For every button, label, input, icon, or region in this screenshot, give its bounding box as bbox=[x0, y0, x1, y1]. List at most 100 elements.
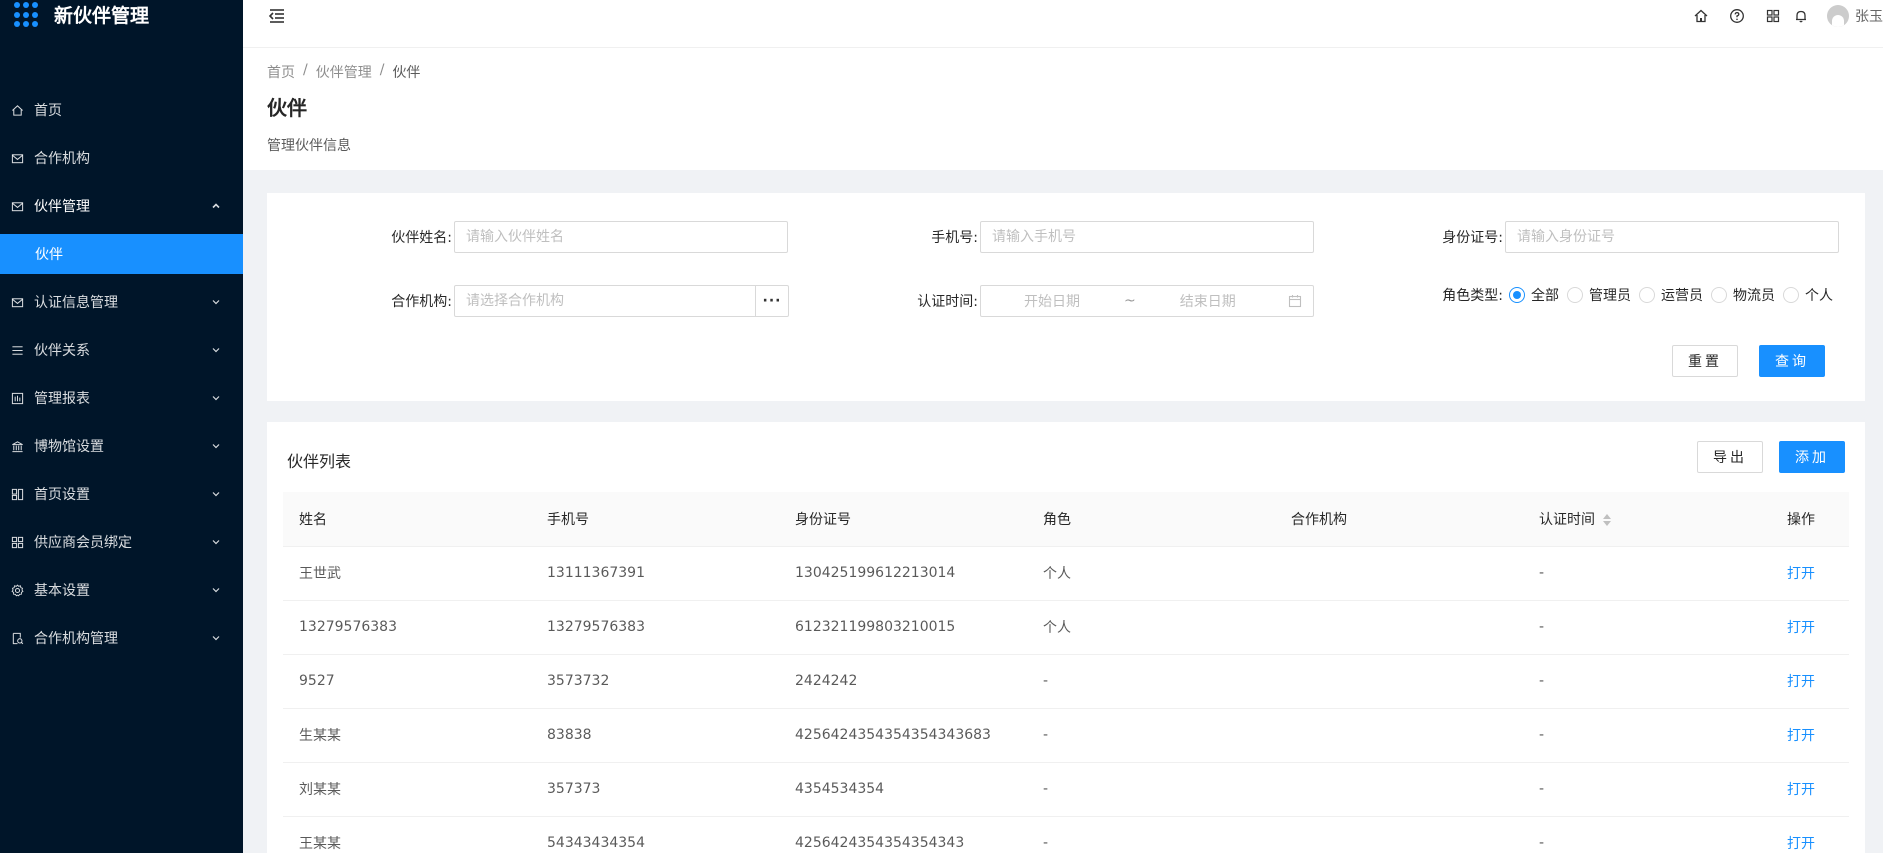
open-link[interactable]: 打开 bbox=[1771, 708, 1849, 763]
list-actions: 导出 添加 bbox=[1681, 441, 1845, 473]
role-radio-option[interactable]: 物流员 bbox=[1711, 285, 1775, 305]
open-link[interactable]: 打开 bbox=[1771, 654, 1849, 709]
open-link[interactable]: 打开 bbox=[1771, 762, 1849, 817]
cell-id-no: 2424242 bbox=[779, 654, 1027, 709]
column-header: 操作 bbox=[1771, 492, 1849, 547]
radio-circle[interactable] bbox=[1711, 287, 1727, 303]
open-link[interactable]: 打开 bbox=[1771, 600, 1849, 655]
sidebar-item[interactable]: 首页设置 bbox=[0, 470, 243, 518]
cell-phone: 357373 bbox=[531, 762, 779, 817]
partner-table: 姓名 手机号 身份证号 角色 合作机构 认证时间 操作 王世武 13111367391 1304… bbox=[283, 492, 1849, 853]
cell-id-no: 4256424354354354343 bbox=[779, 816, 1027, 853]
radio-circle[interactable] bbox=[1639, 287, 1655, 303]
home-icon bbox=[11, 104, 24, 117]
radio-circle[interactable] bbox=[1567, 287, 1583, 303]
chevron-down-icon bbox=[211, 393, 221, 403]
home-icon[interactable] bbox=[1693, 8, 1709, 24]
sidebar-item[interactable]: 管理报表 bbox=[0, 374, 243, 422]
appstore-icon[interactable] bbox=[1765, 8, 1781, 24]
radio-circle[interactable] bbox=[1783, 287, 1799, 303]
sidebar-item-label: 合作机构 bbox=[34, 151, 90, 167]
cell-id-no: 4256424354354354343683 bbox=[779, 708, 1027, 763]
logo[interactable]: 新伙伴管理 bbox=[0, 0, 243, 40]
chevron-down-icon bbox=[211, 441, 221, 451]
cell-id-no: 130425199612213014 bbox=[779, 546, 1027, 601]
app-title: 新伙伴管理 bbox=[54, 4, 150, 27]
cell-time: - bbox=[1523, 546, 1771, 601]
start-date-placeholder[interactable]: 开始日期 bbox=[992, 291, 1112, 311]
sidebar-item-label: 认证信息管理 bbox=[34, 295, 118, 311]
setting-icon bbox=[11, 583, 24, 597]
chevron-up-icon bbox=[211, 201, 221, 211]
end-date-placeholder[interactable]: 结束日期 bbox=[1148, 291, 1268, 311]
cell-org bbox=[1275, 654, 1523, 709]
sidebar-item[interactable]: 供应商会员绑定 bbox=[0, 518, 243, 566]
breadcrumb-home[interactable]: 首页 bbox=[267, 62, 295, 82]
cell-time: - bbox=[1523, 654, 1771, 709]
cell-org bbox=[1275, 708, 1523, 763]
sidebar-item[interactable]: 基本设置 bbox=[0, 566, 243, 614]
user-name[interactable]: 张玉 bbox=[1855, 6, 1883, 26]
cell-phone: 13279576383 bbox=[531, 600, 779, 655]
sort-icon[interactable] bbox=[1603, 513, 1611, 526]
sidebar-item[interactable]: 首页 bbox=[0, 86, 243, 134]
sidebar-item[interactable]: 伙伴 bbox=[0, 234, 243, 274]
sidebar-item[interactable]: 合作机构 bbox=[0, 134, 243, 182]
role-radio-option[interactable]: 管理员 bbox=[1567, 285, 1631, 305]
sidebar-item-label: 伙伴关系 bbox=[34, 343, 90, 359]
column-header-label: 操作 bbox=[1787, 511, 1815, 528]
name-input[interactable] bbox=[454, 221, 788, 253]
org-input[interactable] bbox=[454, 285, 756, 317]
reset-button[interactable]: 重置 bbox=[1672, 345, 1738, 377]
cell-role: - bbox=[1027, 654, 1275, 709]
table-row: 9527 3573732 2424242- - 打开 bbox=[283, 654, 1849, 709]
cell-phone: 54343434354 bbox=[531, 816, 779, 853]
role-radio-option[interactable]: 个人 bbox=[1783, 285, 1833, 305]
phone-input[interactable] bbox=[980, 221, 1314, 253]
help-icon[interactable] bbox=[1729, 8, 1745, 24]
appstore-icon bbox=[11, 536, 24, 549]
avatar[interactable] bbox=[1827, 5, 1849, 27]
menu-fold-icon[interactable] bbox=[267, 6, 287, 26]
id-field: 身份证号: bbox=[1367, 221, 1839, 253]
radio-circle[interactable] bbox=[1509, 287, 1525, 303]
breadcrumb-section[interactable]: 伙伴管理 bbox=[316, 62, 372, 82]
column-header[interactable]: 认证时间 bbox=[1523, 492, 1771, 547]
sidebar-item[interactable]: 伙伴关系 bbox=[0, 326, 243, 374]
breadcrumb-current: 伙伴 bbox=[392, 65, 421, 81]
name-field: 伙伴姓名: bbox=[267, 221, 788, 253]
sidebar-item[interactable]: 博物馆设置 bbox=[0, 422, 243, 470]
role-radio-label: 物流员 bbox=[1733, 288, 1775, 304]
sidebar-item[interactable]: 认证信息管理 bbox=[0, 278, 243, 326]
breadcrumb-separator: / bbox=[303, 62, 308, 78]
cell-phone: 3573732 bbox=[531, 654, 779, 709]
sidebar-item[interactable]: 伙伴管理 bbox=[0, 182, 243, 230]
query-button[interactable]: 查询 bbox=[1759, 345, 1825, 377]
role-radio-option[interactable]: 全部 bbox=[1509, 285, 1559, 305]
cell-name: 刘某某 bbox=[283, 762, 531, 817]
cell-org bbox=[1275, 600, 1523, 655]
open-link[interactable]: 打开 bbox=[1771, 546, 1849, 601]
cell-org bbox=[1275, 816, 1523, 853]
export-button[interactable]: 导出 bbox=[1697, 441, 1763, 473]
date-range-picker[interactable]: 开始日期 ~ 结束日期 bbox=[980, 285, 1314, 317]
cell-time: - bbox=[1523, 708, 1771, 763]
cell-org bbox=[1275, 546, 1523, 601]
org-picker-button[interactable]: ··· bbox=[756, 285, 789, 317]
table-body: 王世武 13111367391 130425199612213014 个人 - 打开 132… bbox=[283, 546, 1849, 853]
sidebar-item[interactable]: 合作机构管理 bbox=[0, 614, 243, 662]
id-input[interactable] bbox=[1505, 221, 1839, 253]
add-button[interactable]: 添加 bbox=[1779, 441, 1845, 473]
list-icon bbox=[11, 344, 24, 357]
open-link[interactable]: 打开 bbox=[1771, 816, 1849, 853]
column-header: 姓名 bbox=[283, 492, 531, 547]
cell-role: - bbox=[1027, 816, 1275, 853]
sidebar-menu: 首页合作机构伙伴管理 伙伴认证信息管理 伙伴关系管理报表 博物馆设置 首页设置 供应商会员… bbox=[0, 86, 243, 662]
role-radio-option[interactable]: 运营员 bbox=[1639, 285, 1703, 305]
org-label: 合作机构: bbox=[391, 294, 452, 310]
cell-org bbox=[1275, 762, 1523, 817]
bell-icon[interactable] bbox=[1793, 8, 1809, 24]
mail-icon bbox=[11, 200, 24, 213]
bank-icon bbox=[11, 440, 24, 453]
cell-role: 个人 bbox=[1027, 546, 1275, 601]
